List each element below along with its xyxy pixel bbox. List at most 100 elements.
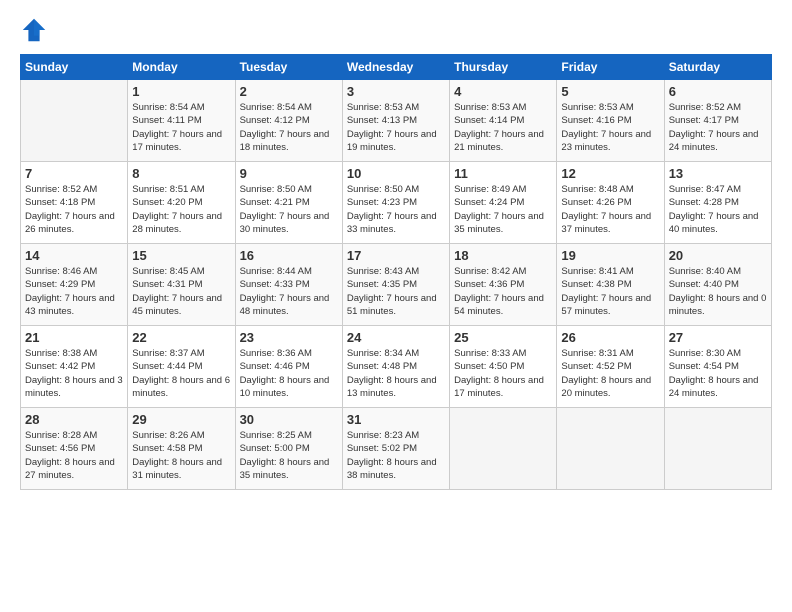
day-cell: 29 Sunrise: 8:26 AMSunset: 4:58 PMDayligh… (128, 408, 235, 490)
day-number: 7 (25, 166, 123, 181)
day-cell: 6 Sunrise: 8:52 AMSunset: 4:17 PMDaylight… (664, 80, 771, 162)
day-info: Sunrise: 8:54 AMSunset: 4:12 PMDaylight:… (240, 101, 338, 154)
day-cell: 16 Sunrise: 8:44 AMSunset: 4:33 PMDayligh… (235, 244, 342, 326)
day-info: Sunrise: 8:49 AMSunset: 4:24 PMDaylight:… (454, 183, 552, 236)
day-cell: 25Sunrise: 8:33 AMSunset: 4:50 PMDayligh… (450, 326, 557, 408)
week-row-5: 28 Sunrise: 8:28 AMSunset: 4:56 PMDayligh… (21, 408, 772, 490)
day-cell (664, 408, 771, 490)
day-info: Sunrise: 8:52 AMSunset: 4:17 PMDaylight:… (669, 101, 767, 154)
day-cell: 19Sunrise: 8:41 AMSunset: 4:38 PMDayligh… (557, 244, 664, 326)
day-info: Sunrise: 8:48 AMSunset: 4:26 PMDaylight:… (561, 183, 659, 236)
day-number: 14 (25, 248, 123, 263)
day-cell: 24Sunrise: 8:34 AMSunset: 4:48 PMDayligh… (342, 326, 449, 408)
day-info: Sunrise: 8:47 AMSunset: 4:28 PMDaylight:… (669, 183, 767, 236)
day-info: Sunrise: 8:37 AMSunset: 4:44 PMDaylight:… (132, 347, 230, 400)
logo (20, 16, 52, 44)
calendar-table: SundayMondayTuesdayWednesdayThursdayFrid… (20, 54, 772, 490)
day-number: 11 (454, 166, 552, 181)
day-number: 2 (240, 84, 338, 99)
day-info: Sunrise: 8:36 AMSunset: 4:46 PMDaylight:… (240, 347, 338, 400)
day-cell: 31Sunrise: 8:23 AMSunset: 5:02 PMDayligh… (342, 408, 449, 490)
day-cell (21, 80, 128, 162)
day-number: 10 (347, 166, 445, 181)
day-number: 22 (132, 330, 230, 345)
day-info: Sunrise: 8:31 AMSunset: 4:52 PMDaylight:… (561, 347, 659, 400)
day-info: Sunrise: 8:40 AMSunset: 4:40 PMDaylight:… (669, 265, 767, 318)
week-row-1: 1 Sunrise: 8:54 AMSunset: 4:11 PMDaylight… (21, 80, 772, 162)
day-cell: 18 Sunrise: 8:42 AMSunset: 4:36 PMDayligh… (450, 244, 557, 326)
day-info: Sunrise: 8:33 AMSunset: 4:50 PMDaylight:… (454, 347, 552, 400)
day-number: 3 (347, 84, 445, 99)
day-number: 30 (240, 412, 338, 427)
day-header-tuesday: Tuesday (235, 55, 342, 80)
day-header-saturday: Saturday (664, 55, 771, 80)
day-cell: 28 Sunrise: 8:28 AMSunset: 4:56 PMDayligh… (21, 408, 128, 490)
day-info: Sunrise: 8:50 AMSunset: 4:21 PMDaylight:… (240, 183, 338, 236)
day-info: Sunrise: 8:54 AMSunset: 4:11 PMDaylight:… (132, 101, 230, 154)
header-row: SundayMondayTuesdayWednesdayThursdayFrid… (21, 55, 772, 80)
day-number: 1 (132, 84, 230, 99)
day-number: 27 (669, 330, 767, 345)
day-cell: 30Sunrise: 8:25 AMSunset: 5:00 PMDayligh… (235, 408, 342, 490)
day-info: Sunrise: 8:51 AMSunset: 4:20 PMDaylight:… (132, 183, 230, 236)
day-info: Sunrise: 8:30 AMSunset: 4:54 PMDaylight:… (669, 347, 767, 400)
day-cell (450, 408, 557, 490)
day-number: 6 (669, 84, 767, 99)
day-number: 13 (669, 166, 767, 181)
day-cell: 12 Sunrise: 8:48 AMSunset: 4:26 PMDayligh… (557, 162, 664, 244)
day-number: 8 (132, 166, 230, 181)
day-cell: 23Sunrise: 8:36 AMSunset: 4:46 PMDayligh… (235, 326, 342, 408)
day-info: Sunrise: 8:26 AMSunset: 4:58 PMDaylight:… (132, 429, 230, 482)
logo-icon (20, 16, 48, 44)
day-cell: 10 Sunrise: 8:50 AMSunset: 4:23 PMDayligh… (342, 162, 449, 244)
day-info: Sunrise: 8:42 AMSunset: 4:36 PMDaylight:… (454, 265, 552, 318)
day-cell: 27 Sunrise: 8:30 AMSunset: 4:54 PMDayligh… (664, 326, 771, 408)
day-cell: 26Sunrise: 8:31 AMSunset: 4:52 PMDayligh… (557, 326, 664, 408)
day-header-monday: Monday (128, 55, 235, 80)
day-info: Sunrise: 8:52 AMSunset: 4:18 PMDaylight:… (25, 183, 123, 236)
day-info: Sunrise: 8:53 AMSunset: 4:14 PMDaylight:… (454, 101, 552, 154)
day-number: 15 (132, 248, 230, 263)
day-number: 16 (240, 248, 338, 263)
day-info: Sunrise: 8:43 AMSunset: 4:35 PMDaylight:… (347, 265, 445, 318)
day-info: Sunrise: 8:46 AMSunset: 4:29 PMDaylight:… (25, 265, 123, 318)
day-number: 29 (132, 412, 230, 427)
day-number: 18 (454, 248, 552, 263)
day-cell: 8 Sunrise: 8:51 AMSunset: 4:20 PMDaylight… (128, 162, 235, 244)
day-cell: 22 Sunrise: 8:37 AMSunset: 4:44 PMDayligh… (128, 326, 235, 408)
day-cell: 4 Sunrise: 8:53 AMSunset: 4:14 PMDaylight… (450, 80, 557, 162)
week-row-2: 7 Sunrise: 8:52 AMSunset: 4:18 PMDaylight… (21, 162, 772, 244)
day-number: 20 (669, 248, 767, 263)
week-row-3: 14 Sunrise: 8:46 AMSunset: 4:29 PMDayligh… (21, 244, 772, 326)
day-number: 17 (347, 248, 445, 263)
day-info: Sunrise: 8:41 AMSunset: 4:38 PMDaylight:… (561, 265, 659, 318)
day-cell: 2 Sunrise: 8:54 AMSunset: 4:12 PMDaylight… (235, 80, 342, 162)
day-cell: 7 Sunrise: 8:52 AMSunset: 4:18 PMDaylight… (21, 162, 128, 244)
day-header-friday: Friday (557, 55, 664, 80)
day-cell: 11 Sunrise: 8:49 AMSunset: 4:24 PMDayligh… (450, 162, 557, 244)
day-header-sunday: Sunday (21, 55, 128, 80)
header (20, 16, 772, 44)
day-cell: 13 Sunrise: 8:47 AMSunset: 4:28 PMDayligh… (664, 162, 771, 244)
day-cell: 21Sunrise: 8:38 AMSunset: 4:42 PMDayligh… (21, 326, 128, 408)
day-cell: 5Sunrise: 8:53 AMSunset: 4:16 PMDaylight… (557, 80, 664, 162)
day-cell: 1 Sunrise: 8:54 AMSunset: 4:11 PMDaylight… (128, 80, 235, 162)
day-number: 28 (25, 412, 123, 427)
day-cell: 15 Sunrise: 8:45 AMSunset: 4:31 PMDayligh… (128, 244, 235, 326)
page: SundayMondayTuesdayWednesdayThursdayFrid… (0, 0, 792, 500)
day-header-wednesday: Wednesday (342, 55, 449, 80)
day-cell: 14 Sunrise: 8:46 AMSunset: 4:29 PMDayligh… (21, 244, 128, 326)
day-number: 12 (561, 166, 659, 181)
day-number: 9 (240, 166, 338, 181)
day-info: Sunrise: 8:50 AMSunset: 4:23 PMDaylight:… (347, 183, 445, 236)
day-info: Sunrise: 8:53 AMSunset: 4:16 PMDaylight:… (561, 101, 659, 154)
day-cell: 9 Sunrise: 8:50 AMSunset: 4:21 PMDaylight… (235, 162, 342, 244)
day-number: 4 (454, 84, 552, 99)
day-cell: 20 Sunrise: 8:40 AMSunset: 4:40 PMDayligh… (664, 244, 771, 326)
day-info: Sunrise: 8:28 AMSunset: 4:56 PMDaylight:… (25, 429, 123, 482)
week-row-4: 21Sunrise: 8:38 AMSunset: 4:42 PMDayligh… (21, 326, 772, 408)
day-info: Sunrise: 8:53 AMSunset: 4:13 PMDaylight:… (347, 101, 445, 154)
day-info: Sunrise: 8:45 AMSunset: 4:31 PMDaylight:… (132, 265, 230, 318)
day-info: Sunrise: 8:44 AMSunset: 4:33 PMDaylight:… (240, 265, 338, 318)
day-cell: 3 Sunrise: 8:53 AMSunset: 4:13 PMDaylight… (342, 80, 449, 162)
